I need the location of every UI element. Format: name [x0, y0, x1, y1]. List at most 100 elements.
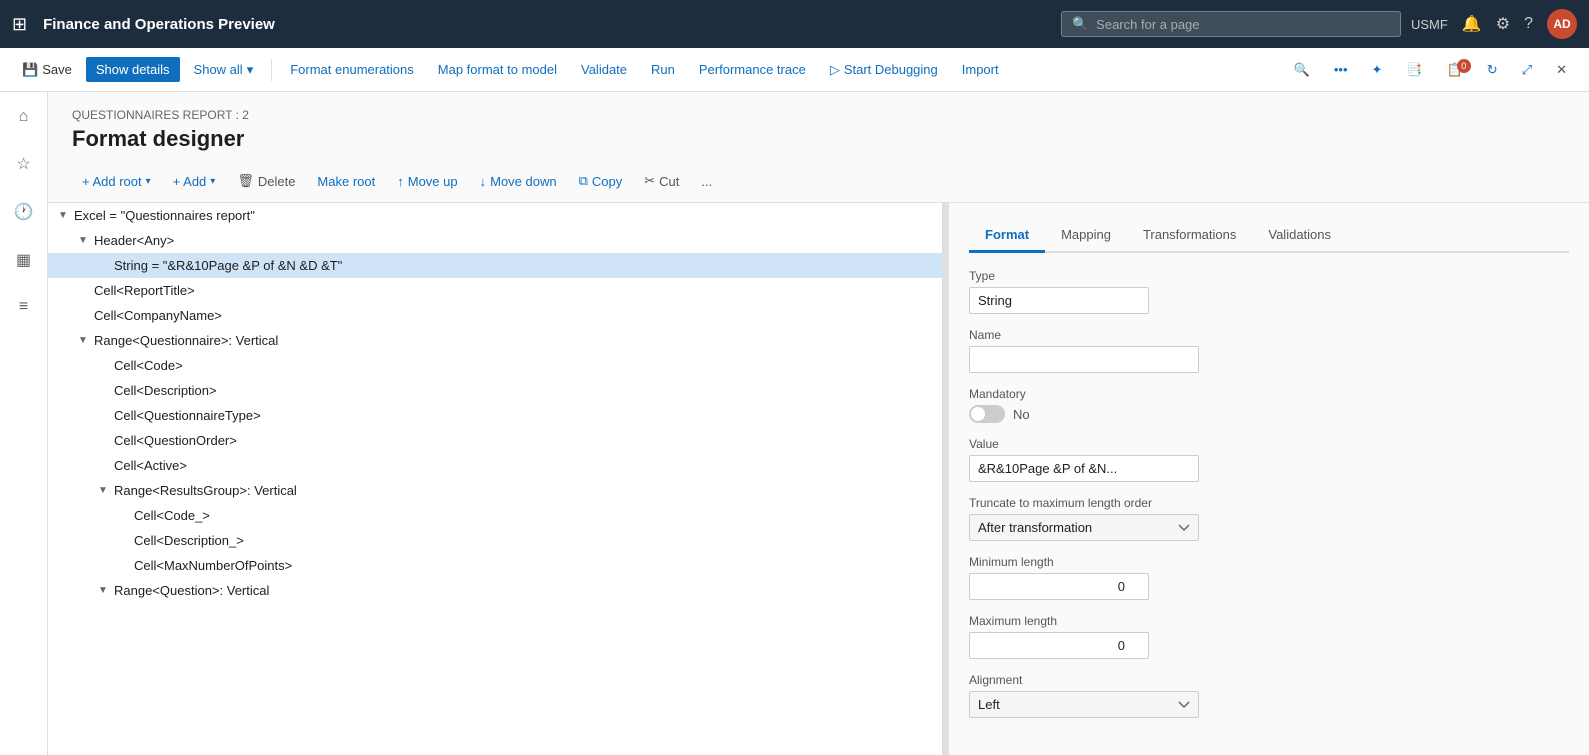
tree-item-label: Cell<ReportTitle> — [94, 283, 195, 298]
tree-item[interactable]: Cell<Code> — [48, 353, 942, 378]
tree-item-label: String = "&R&10Page &P of &N &D &T" — [114, 258, 342, 273]
tree-item[interactable]: Cell<ReportTitle> — [48, 278, 942, 303]
app-title: Finance and Operations Preview — [43, 16, 1051, 33]
tree-item[interactable]: ▼Range<Questionnaire>: Vertical — [48, 328, 942, 353]
cut-button[interactable]: ✂ Cut — [634, 168, 689, 194]
tree-item-label: Cell<Code_> — [134, 508, 210, 523]
tree-toggle[interactable]: ▼ — [76, 335, 90, 346]
delete-button[interactable]: 🗑 Delete — [227, 168, 305, 194]
page-title: Format designer — [72, 126, 1565, 152]
tab-transformations[interactable]: Transformations — [1127, 219, 1252, 253]
tree-item[interactable]: ▼ Excel = "Questionnaires report" — [48, 203, 942, 228]
value-input[interactable] — [969, 455, 1199, 482]
more-options-button[interactable]: ••• — [1324, 57, 1358, 82]
tree-item[interactable]: ▼Range<Question>: Vertical — [48, 578, 942, 603]
move-up-icon: ↑ — [397, 174, 404, 189]
page-header: QUESTIONNAIRES REPORT : 2 Format designe… — [48, 92, 1589, 160]
start-debugging-button[interactable]: ▷ Start Debugging — [820, 57, 948, 83]
tree-panel: ▼ Excel = "Questionnaires report" ▼ Header<… — [48, 203, 943, 755]
name-field-group: Name — [969, 328, 1569, 373]
tree-item-label: Cell<Description> — [114, 383, 217, 398]
map-format-button[interactable]: Map format to model — [428, 57, 567, 82]
tab-format[interactable]: Format — [969, 219, 1045, 253]
tree-item[interactable]: Cell<Description> — [48, 378, 942, 403]
max-length-input[interactable] — [969, 632, 1149, 659]
validate-button[interactable]: Validate — [571, 57, 637, 82]
tab-validations[interactable]: Validations — [1252, 219, 1347, 253]
name-input[interactable] — [969, 346, 1199, 373]
refresh-button[interactable]: ↻ — [1477, 57, 1508, 83]
badge-button[interactable]: 📋 0 — [1437, 57, 1473, 83]
tree-item[interactable]: ▼Range<ResultsGroup>: Vertical — [48, 478, 942, 503]
tree-item[interactable]: Cell<MaxNumberOfPoints> — [48, 553, 942, 578]
help-icon[interactable]: ? — [1524, 15, 1533, 33]
move-up-button[interactable]: ↑ Move up — [387, 169, 467, 194]
import-button[interactable]: Import — [952, 57, 1009, 82]
tree-toggle[interactable]: ▼ — [96, 585, 110, 596]
tree-item-label: Cell<Description_> — [134, 533, 244, 548]
top-nav: ⊞ Finance and Operations Preview 🔍 Searc… — [0, 0, 1589, 48]
add-caret: ▾ — [210, 176, 215, 187]
tree-item[interactable]: Cell<Code_> — [48, 503, 942, 528]
min-length-input[interactable] — [969, 573, 1149, 600]
notification-icon[interactable]: 🔔 — [1462, 14, 1482, 34]
show-details-button[interactable]: Show details — [86, 57, 180, 82]
tree-item[interactable]: Cell<CompanyName> — [48, 303, 942, 328]
badge-count: 0 — [1457, 59, 1471, 73]
search-icon: 🔍 — [1072, 16, 1088, 32]
settings-toolbar-button[interactable]: ✦ — [1362, 57, 1393, 83]
run-button[interactable]: Run — [641, 57, 685, 82]
history-icon[interactable]: 🕐 — [8, 196, 40, 228]
truncate-label: Truncate to maximum length order — [969, 496, 1569, 510]
mandatory-toggle[interactable] — [969, 405, 1005, 423]
list-icon[interactable]: ≡ — [13, 292, 34, 322]
copy-icon: ⧉ — [579, 173, 588, 189]
workspace-icon[interactable]: ▦ — [10, 244, 37, 276]
add-label: + Add — [173, 174, 207, 189]
grid-icon[interactable]: ⊞ — [12, 14, 27, 35]
expand-button[interactable]: ⤢ — [1512, 57, 1542, 83]
format-enumerations-button[interactable]: Format enumerations — [280, 57, 424, 82]
resize-handle[interactable] — [943, 203, 949, 755]
tree-item-label: Excel = "Questionnaires report" — [74, 208, 255, 223]
home-icon[interactable]: ⌂ — [13, 102, 35, 132]
view-button[interactable]: 📑 — [1396, 57, 1432, 83]
tree-item-label: Cell<QuestionOrder> — [114, 433, 237, 448]
tree-toggle[interactable]: ▼ — [96, 485, 110, 496]
tree-item[interactable]: ▼ Header<Any> — [48, 228, 942, 253]
add-button[interactable]: + Add ▾ — [163, 169, 226, 194]
tree-item[interactable]: Cell<QuestionOrder> — [48, 428, 942, 453]
type-input[interactable] — [969, 287, 1149, 314]
copy-button[interactable]: ⧉ Copy — [569, 168, 633, 194]
make-root-button[interactable]: Make root — [307, 169, 385, 194]
close-button[interactable]: ✕ — [1546, 57, 1577, 83]
tab-mapping[interactable]: Mapping — [1045, 219, 1127, 253]
search-bar[interactable]: 🔍 Search for a page — [1061, 11, 1401, 37]
performance-trace-button[interactable]: Performance trace — [689, 57, 816, 82]
tree-item[interactable]: Cell<QuestionnaireType> — [48, 403, 942, 428]
move-down-button[interactable]: ↓ Move down — [470, 169, 567, 194]
avatar[interactable]: AD — [1547, 9, 1577, 39]
search-toolbar-button[interactable]: 🔍 — [1284, 57, 1320, 83]
tree-item-label: Header<Any> — [94, 233, 174, 248]
tree-item-label: Cell<CompanyName> — [94, 308, 222, 323]
star-icon[interactable]: ☆ — [10, 148, 36, 180]
show-all-button[interactable]: Show all ▾ — [184, 57, 264, 83]
alignment-select[interactable]: Left Center Right — [969, 691, 1199, 718]
alignment-field-group: Alignment Left Center Right — [969, 673, 1569, 718]
truncate-select[interactable]: After transformation Before transformati… — [969, 514, 1199, 541]
tree-item[interactable]: Cell<Active> — [48, 453, 942, 478]
tree-toggle[interactable]: ▼ — [56, 210, 70, 221]
action-bar: + Add root ▾ + Add ▾ 🗑 Delete Make root … — [48, 160, 1589, 203]
value-field-group: Value — [969, 437, 1569, 482]
add-root-caret: ▾ — [146, 176, 151, 187]
truncate-field-group: Truncate to maximum length order After t… — [969, 496, 1569, 541]
add-root-button[interactable]: + Add root ▾ — [72, 169, 161, 194]
save-button[interactable]: 💾 Save — [12, 57, 82, 83]
tree-item[interactable]: Cell<Description_> — [48, 528, 942, 553]
mandatory-toggle-row: No — [969, 405, 1569, 423]
more-actions-button[interactable]: ... — [691, 169, 722, 194]
settings-icon[interactable]: ⚙ — [1496, 14, 1510, 34]
tree-item[interactable]: String = "&R&10Page &P of &N &D &T" — [48, 253, 942, 278]
tree-toggle[interactable]: ▼ — [76, 235, 90, 246]
